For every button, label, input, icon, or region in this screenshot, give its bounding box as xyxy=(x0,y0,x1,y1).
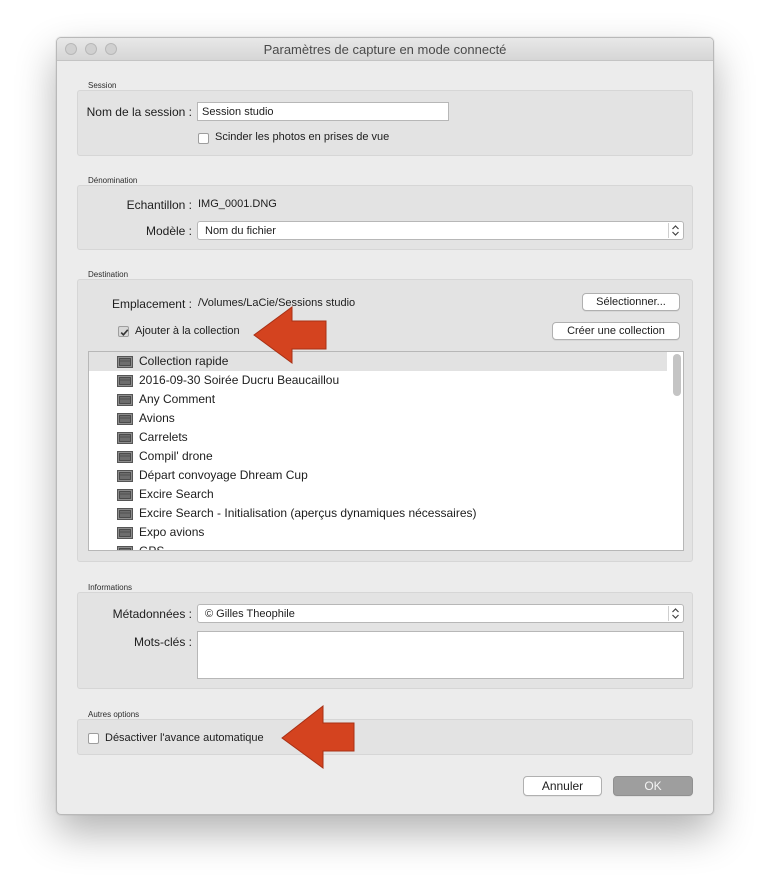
list-scrollbar[interactable] xyxy=(673,354,681,396)
location-label: Emplacement : xyxy=(111,297,192,311)
collection-name: Carrelets xyxy=(139,430,188,444)
metadata-popup[interactable]: © Gilles Theophile xyxy=(197,604,684,623)
collection-icon xyxy=(117,394,133,406)
collection-icon xyxy=(117,489,133,501)
collection-name: Any Comment xyxy=(139,392,216,406)
collection-list-item[interactable]: Avions xyxy=(89,409,667,428)
title-bar: Paramètres de capture en mode connecté xyxy=(57,38,713,61)
collection-list-item[interactable]: Any Comment xyxy=(89,390,667,409)
collection-name: 2016-09-30 Soirée Ducru Beaucaillou xyxy=(139,373,340,387)
collection-list[interactable]: Collection rapide 2016-09-30 Soirée Ducru… xyxy=(88,351,684,551)
collection-name: Expo avions xyxy=(139,525,205,539)
other-options-group: Désactiver l'avance automatique xyxy=(77,719,693,755)
disable-autoadvance-checkbox[interactable] xyxy=(88,733,99,744)
session-group: Nom de la session : Session studio Scind… xyxy=(77,90,693,156)
collection-icon xyxy=(117,527,133,539)
sample-label: Echantillon : xyxy=(126,198,192,212)
select-location-button[interactable]: Sélectionner... xyxy=(582,293,680,311)
collection-list-item[interactable]: Carrelets xyxy=(89,428,667,447)
keywords-field[interactable] xyxy=(197,631,684,679)
collection-icon xyxy=(117,432,133,444)
collection-list-item[interactable]: Compil' drone xyxy=(89,447,667,466)
metadata-value: © Gilles Theophile xyxy=(205,608,295,620)
capture-settings-dialog: Paramètres de capture en mode connecté S… xyxy=(56,37,714,815)
info-group: Métadonnées : © Gilles Theophile Mots-cl… xyxy=(77,592,693,689)
template-label: Modèle : xyxy=(145,224,192,238)
section-title-naming: Dénomination xyxy=(88,176,138,185)
collection-icon xyxy=(117,356,133,368)
add-to-collection-label: Ajouter à la collection xyxy=(135,325,240,337)
add-to-collection-checkbox[interactable] xyxy=(118,326,129,337)
popup-stepper-icon xyxy=(668,223,682,238)
collection-list-item[interactable]: Excire Search xyxy=(89,485,667,504)
collection-list-item[interactable]: 2016-09-30 Soirée Ducru Beaucaillou xyxy=(89,371,667,390)
annotation-arrow-add-collection xyxy=(253,306,327,364)
collection-list-item[interactable]: GPS xyxy=(89,542,667,551)
collection-icon xyxy=(117,546,133,550)
ok-button[interactable]: OK xyxy=(613,776,693,796)
checkmark-icon xyxy=(120,329,129,336)
session-name-field[interactable]: Session studio xyxy=(197,102,449,121)
collection-icon xyxy=(117,413,133,425)
template-popup[interactable]: Nom du fichier xyxy=(197,221,684,240)
disable-autoadvance-label: Désactiver l'avance automatique xyxy=(105,732,264,744)
keywords-label: Mots-clés : xyxy=(133,635,192,649)
section-title-info: Informations xyxy=(88,583,133,592)
cancel-button[interactable]: Annuler xyxy=(523,776,602,796)
collection-name: Compil' drone xyxy=(139,449,213,463)
metadata-label: Métadonnées : xyxy=(112,607,192,621)
collection-list-item[interactable]: Collection rapide xyxy=(89,352,667,371)
template-value: Nom du fichier xyxy=(205,225,276,237)
sample-value: IMG_0001.DNG xyxy=(198,198,277,210)
section-title-session: Session xyxy=(88,81,117,90)
window-title: Paramètres de capture en mode connecté xyxy=(263,42,507,57)
collection-name: GPS xyxy=(139,544,165,551)
popup-stepper-icon xyxy=(668,606,682,621)
collection-list-item[interactable]: Excire Search - Initialisation (aperçus … xyxy=(89,504,667,523)
annotation-arrow-autoadvance xyxy=(281,704,355,769)
section-title-other: Autres options xyxy=(88,710,140,719)
collection-name: Départ convoyage Dhream Cup xyxy=(139,468,308,482)
split-shots-label: Scinder les photos en prises de vue xyxy=(215,131,390,143)
create-collection-button[interactable]: Créer une collection xyxy=(552,322,680,340)
collection-name: Excire Search xyxy=(139,487,214,501)
naming-group: Echantillon : IMG_0001.DNG Modèle : Nom … xyxy=(77,185,693,250)
collection-icon xyxy=(117,375,133,387)
session-name-label: Nom de la session : xyxy=(86,105,192,119)
collection-name: Collection rapide xyxy=(139,354,229,368)
split-shots-checkbox[interactable] xyxy=(198,133,209,144)
collection-icon xyxy=(117,470,133,482)
collection-list-item[interactable]: Expo avions xyxy=(89,523,667,542)
collection-name: Avions xyxy=(139,411,175,425)
section-title-destination: Destination xyxy=(88,270,129,279)
collection-list-item[interactable]: Départ convoyage Dhream Cup xyxy=(89,466,667,485)
destination-group: Emplacement : /Volumes/LaCie/Sessions st… xyxy=(77,279,693,562)
collection-icon xyxy=(117,451,133,463)
collection-icon xyxy=(117,508,133,520)
collection-name: Excire Search - Initialisation (aperçus … xyxy=(139,506,477,520)
